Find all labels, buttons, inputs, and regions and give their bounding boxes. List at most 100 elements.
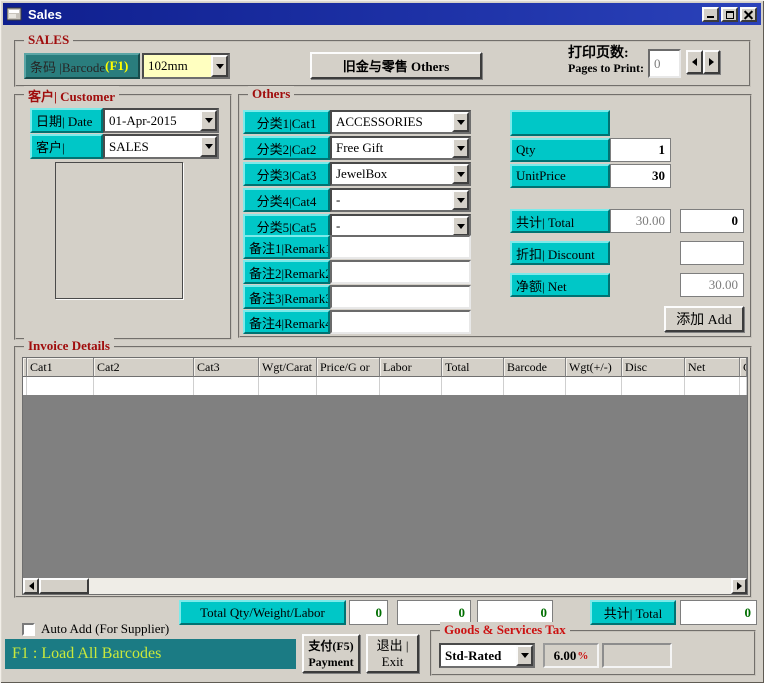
date-combo[interactable]: 01-Apr-2015 — [103, 108, 219, 133]
cat2-label: 分类2|Cat2 — [243, 136, 330, 160]
add-button[interactable]: 添加 Add — [664, 306, 744, 332]
discount-label-text: 折扣| Discount — [516, 244, 595, 263]
customer-drop-button[interactable] — [200, 136, 217, 157]
grid-cell — [685, 377, 740, 395]
cat2-drop-button[interactable] — [452, 138, 469, 158]
remark2-input[interactable] — [330, 260, 471, 284]
remark2-label-text: 备注2|Remark2 — [249, 263, 330, 282]
chevron-down-icon — [457, 172, 465, 177]
exit-button[interactable]: 退出 | Exit — [366, 634, 419, 673]
payment-button-line2: Payment — [308, 654, 353, 670]
qty-input[interactable]: 1 — [610, 138, 671, 162]
paper-size-combo[interactable]: 102mm — [142, 53, 230, 79]
gst-type-combo[interactable]: Std-Rated — [439, 643, 535, 668]
grid-cell — [442, 377, 504, 395]
minimize-button[interactable] — [702, 7, 719, 22]
grid-col-clipped: C — [740, 358, 747, 377]
window-title: Sales — [28, 7, 702, 22]
chevron-down-icon — [205, 144, 213, 149]
chevron-down-icon — [457, 120, 465, 125]
payment-button[interactable]: 支付(F5) Payment — [302, 634, 360, 673]
paper-size-value: 102mm — [144, 55, 211, 77]
grid-horizontal-scrollbar[interactable] — [23, 578, 747, 594]
triangle-right-icon — [709, 58, 714, 66]
gst-drop-button[interactable] — [516, 645, 533, 666]
cat2-label-text: 分类2|Cat2 — [257, 139, 317, 158]
grid-header-row: Cat1 Cat2 Cat3 Wgt/Carat Price/G or Labo… — [23, 358, 747, 377]
grand-total-value: 0 — [745, 605, 752, 621]
total-labor-value: 0 — [541, 605, 548, 621]
grid-col-labor: Labor — [380, 358, 442, 377]
others-mode-button[interactable]: 旧金与零售 Others — [310, 52, 482, 79]
close-button[interactable] — [740, 7, 757, 22]
cat4-combo[interactable]: - — [330, 188, 471, 212]
others-mode-button-label: 旧金与零售 Others — [343, 56, 450, 75]
cat3-combo[interactable]: JewelBox — [330, 162, 471, 186]
scroll-left-button[interactable] — [23, 578, 39, 594]
add-button-label: 添加 Add — [676, 309, 732, 329]
grid-cell — [380, 377, 442, 395]
chevron-down-icon — [521, 653, 529, 658]
cat3-drop-button[interactable] — [452, 164, 469, 184]
unitprice-input[interactable]: 30 — [610, 164, 671, 188]
grand-total-label: 共计| Total — [590, 600, 676, 625]
sales-window: Sales SALES 条码 |Barcode(F1) 102mm 旧金与零售 … — [0, 0, 764, 683]
frame-gst: Goods & Services Tax Std-Rated 6.00% — [430, 630, 756, 676]
page-prev-button[interactable] — [686, 50, 703, 74]
grid-cell — [566, 377, 622, 395]
cat5-drop-button[interactable] — [452, 216, 469, 236]
date-drop-button[interactable] — [200, 110, 217, 131]
remark3-input[interactable] — [330, 285, 471, 309]
chevron-down-icon — [457, 198, 465, 203]
remark3-label: 备注3|Remark3 — [243, 285, 330, 309]
customer-label-text: 客户| — [36, 137, 65, 156]
grid-cell — [94, 377, 194, 395]
grid-col-cat1: Cat1 — [27, 358, 94, 377]
grid-empty-row[interactable] — [23, 377, 747, 395]
remark1-label: 备注1|Remark1 — [243, 235, 330, 259]
line-total-qty-field[interactable]: 0 — [680, 209, 744, 233]
remark4-label: 备注4|Remark4 — [243, 310, 330, 334]
maximize-button[interactable] — [721, 7, 738, 22]
remark2-label: 备注2|Remark2 — [243, 260, 330, 284]
scrollbar-track[interactable] — [89, 578, 731, 594]
line-total-label: 共计| Total — [510, 209, 610, 233]
line-total-qty: 0 — [732, 213, 739, 229]
grid-col-net: Net — [685, 358, 740, 377]
pages-to-print-label: 打印页数: Pages to Print: — [568, 46, 660, 76]
cat1-combo[interactable]: ACCESSORIES — [330, 110, 471, 134]
grid-cell — [317, 377, 380, 395]
net-label-text: 净额| Net — [516, 276, 567, 295]
remark1-label-text: 备注1|Remark1 — [249, 238, 330, 257]
cat1-drop-button[interactable] — [452, 112, 469, 132]
page-next-button[interactable] — [703, 50, 720, 74]
paper-size-drop-button[interactable] — [211, 55, 228, 77]
cat4-drop-button[interactable] — [452, 190, 469, 210]
cat1-value: ACCESSORIES — [332, 112, 452, 132]
scroll-right-button[interactable] — [731, 578, 747, 594]
cat4-label: 分类4|Cat4 — [243, 188, 330, 212]
cat4-value: - — [332, 190, 452, 210]
frame-caption-gst: Goods & Services Tax — [440, 622, 570, 638]
cat2-combo[interactable]: Free Gift — [330, 136, 471, 160]
remark4-label-text: 备注4|Remark4 — [249, 313, 330, 332]
pages-label-cn: 打印页数: — [568, 46, 660, 61]
discount-input[interactable] — [680, 241, 744, 265]
date-value: 01-Apr-2015 — [105, 110, 200, 131]
scrollbar-thumb[interactable] — [39, 578, 89, 594]
grid-col-cat2: Cat2 — [94, 358, 194, 377]
unitprice-label: UnitPrice — [510, 164, 610, 188]
remark4-input[interactable] — [330, 310, 471, 334]
invoice-grid[interactable]: Cat1 Cat2 Cat3 Wgt/Carat Price/G or Labo… — [22, 357, 748, 595]
remark1-input[interactable] — [330, 235, 471, 259]
customer-combo[interactable]: SALES — [103, 134, 219, 159]
frame-caption-invoice: Invoice Details — [24, 338, 114, 354]
grid-col-cat3: Cat3 — [194, 358, 259, 377]
line-total-amount: 30.00 — [636, 213, 665, 229]
qty-label-text: Qty — [516, 142, 536, 158]
qty-value: 1 — [659, 142, 666, 158]
grid-body-area — [23, 395, 747, 578]
pages-to-print-input[interactable]: 0 — [648, 49, 681, 78]
frame-caption-customer: 客户| Customer — [24, 86, 119, 105]
auto-add-checkbox[interactable] — [22, 623, 35, 636]
